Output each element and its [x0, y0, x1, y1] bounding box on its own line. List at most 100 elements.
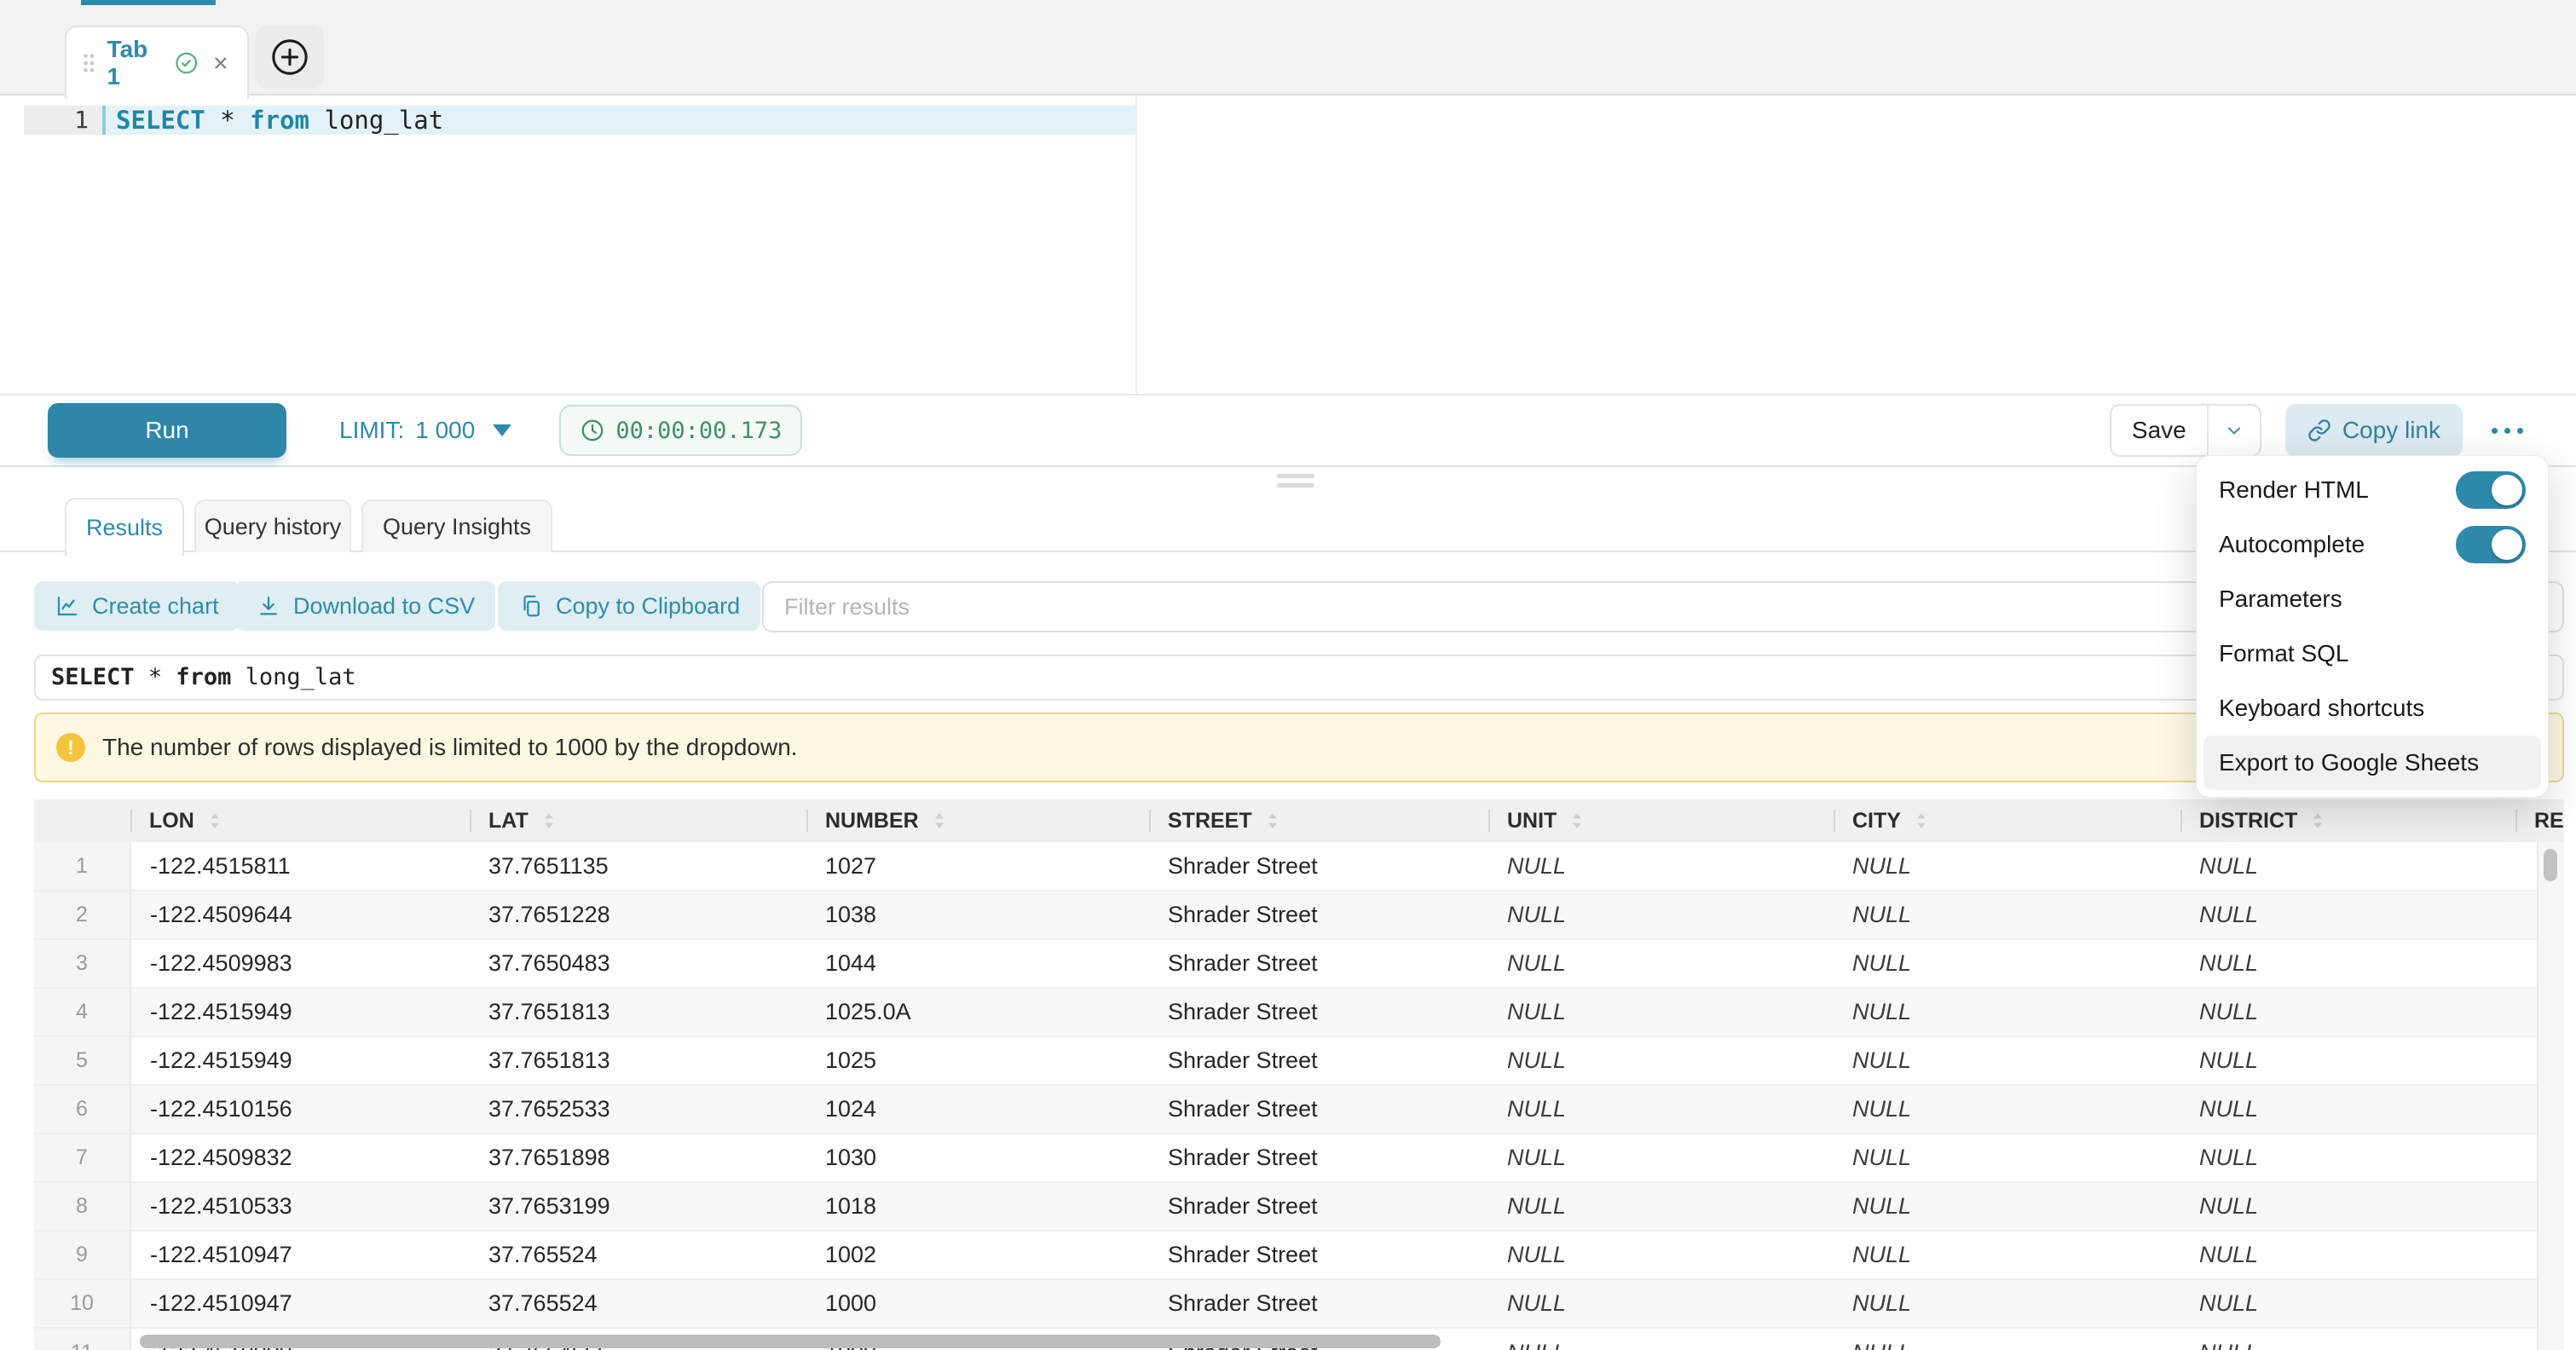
cell-unit[interactable]: NULL: [1488, 988, 1834, 1036]
cell-district[interactable]: NULL: [2180, 939, 2515, 988]
cell-street[interactable]: Shrader Street: [1149, 1182, 1488, 1231]
copy-link-button[interactable]: Copy link: [2285, 404, 2463, 457]
cell-city[interactable]: NULL: [1834, 891, 2180, 939]
download-csv-button[interactable]: Download to CSV: [235, 581, 495, 631]
cell-number[interactable]: 1027: [806, 842, 1149, 891]
cell-lon[interactable]: -122.4510533: [130, 1182, 470, 1231]
cell-number[interactable]: 1030: [806, 1134, 1149, 1182]
limit-dropdown[interactable]: LIMIT: 1 000: [339, 417, 511, 444]
tab-query-history[interactable]: Query history: [194, 499, 351, 552]
cell-district[interactable]: NULL: [2180, 1279, 2515, 1328]
sql-editor[interactable]: 1 SELECT * from long_lat: [0, 95, 2576, 394]
row-number[interactable]: 8: [34, 1182, 130, 1231]
row-number[interactable]: 1: [34, 842, 130, 891]
cell-number[interactable]: 1044: [806, 939, 1149, 988]
cell-lon[interactable]: -122.4509983: [130, 939, 470, 988]
column-header-lon[interactable]: LON: [130, 799, 470, 842]
menu-item-autocomplete[interactable]: Autocomplete: [2197, 517, 2548, 572]
cell-district[interactable]: NULL: [2180, 1085, 2515, 1134]
cell-lat[interactable]: 37.765524: [470, 1231, 806, 1279]
cell-unit[interactable]: NULL: [1488, 1134, 1834, 1182]
new-tab-button[interactable]: [256, 26, 324, 89]
query-tab-1[interactable]: Tab 1: [65, 26, 249, 99]
row-number[interactable]: 3: [34, 939, 130, 988]
cell-lon[interactable]: -122.4510156: [130, 1085, 470, 1134]
column-header-number[interactable]: NUMBER: [806, 799, 1149, 842]
cell-street[interactable]: Shrader Street: [1149, 939, 1488, 988]
pane-resize-handle[interactable]: [1277, 474, 1314, 493]
cell-lon[interactable]: -122.4510947: [130, 1279, 470, 1328]
cell-number[interactable]: 1025: [806, 1036, 1149, 1085]
cell-street[interactable]: Shrader Street: [1149, 1134, 1488, 1182]
copy-to-clipboard-button[interactable]: Copy to Clipboard: [498, 581, 760, 631]
cell-number[interactable]: 1024: [806, 1085, 1149, 1134]
more-options-button[interactable]: [2492, 428, 2523, 434]
cell-city[interactable]: NULL: [1834, 1182, 2180, 1231]
cell-district[interactable]: NULL: [2180, 842, 2515, 891]
cell-district[interactable]: NULL: [2180, 1134, 2515, 1182]
sort-icon[interactable]: [208, 811, 222, 830]
cell-number[interactable]: 1018: [806, 1182, 1149, 1231]
cell-unit[interactable]: NULL: [1488, 1279, 1834, 1328]
cell-lon[interactable]: -122.4509644: [130, 891, 470, 939]
tab-results[interactable]: Results: [65, 498, 184, 556]
close-tab-icon[interactable]: [210, 51, 232, 75]
cell-lat[interactable]: 37.7651898: [470, 1134, 806, 1182]
cell-lat[interactable]: 37.7651228: [470, 891, 806, 939]
sql-code-line[interactable]: SELECT * from long_lat: [116, 106, 443, 135]
cell-district[interactable]: NULL: [2180, 988, 2515, 1036]
cell-district[interactable]: NULL: [2180, 891, 2515, 939]
vertical-scrollbar[interactable]: [2537, 842, 2564, 1350]
column-header-unit[interactable]: UNIT: [1488, 799, 1834, 842]
create-chart-button[interactable]: Create chart: [34, 581, 240, 631]
cell-unit[interactable]: NULL: [1488, 1328, 1834, 1350]
autocomplete-toggle[interactable]: [2456, 526, 2526, 563]
sort-icon[interactable]: [1915, 811, 1928, 830]
cell-street[interactable]: Shrader Street: [1149, 1231, 1488, 1279]
sort-icon[interactable]: [933, 811, 946, 830]
vertical-scrollbar-thumb[interactable]: [2544, 849, 2557, 881]
cell-city[interactable]: NULL: [1834, 842, 2180, 891]
cell-lat[interactable]: 37.7650483: [470, 939, 806, 988]
menu-item-render-html[interactable]: Render HTML: [2197, 463, 2548, 517]
menu-item-export-google-sheets[interactable]: Export to Google Sheets: [2203, 736, 2541, 790]
cell-lon[interactable]: -122.4515811: [130, 842, 470, 891]
cell-lon[interactable]: -122.4509832: [130, 1134, 470, 1182]
save-button[interactable]: Save: [2111, 406, 2207, 455]
horizontal-scrollbar-thumb[interactable]: [140, 1335, 1441, 1348]
cell-street[interactable]: Shrader Street: [1149, 1036, 1488, 1085]
column-header-district[interactable]: DISTRICT: [2180, 799, 2515, 842]
sort-icon[interactable]: [1266, 811, 1279, 830]
cell-number[interactable]: 1002: [806, 1231, 1149, 1279]
run-button[interactable]: Run: [48, 403, 286, 458]
cell-unit[interactable]: NULL: [1488, 1036, 1834, 1085]
cell-unit[interactable]: NULL: [1488, 1231, 1834, 1279]
cell-lat[interactable]: 37.765524: [470, 1279, 806, 1328]
cell-city[interactable]: NULL: [1834, 1134, 2180, 1182]
cell-unit[interactable]: NULL: [1488, 1085, 1834, 1134]
cell-number[interactable]: 1038: [806, 891, 1149, 939]
cell-city[interactable]: NULL: [1834, 1085, 2180, 1134]
row-number[interactable]: 7: [34, 1134, 130, 1182]
row-number[interactable]: 4: [34, 988, 130, 1036]
menu-item-format-sql[interactable]: Format SQL: [2197, 626, 2548, 681]
save-options-button[interactable]: [2209, 406, 2260, 455]
menu-item-parameters[interactable]: Parameters: [2197, 572, 2548, 626]
cell-district[interactable]: NULL: [2180, 1036, 2515, 1085]
cell-unit[interactable]: NULL: [1488, 891, 1834, 939]
column-header-lat[interactable]: LAT: [470, 799, 806, 842]
cell-street[interactable]: Shrader Street: [1149, 1085, 1488, 1134]
row-number[interactable]: 11: [34, 1328, 130, 1350]
cell-lon[interactable]: -122.4515949: [130, 988, 470, 1036]
cell-city[interactable]: NULL: [1834, 1036, 2180, 1085]
cell-district[interactable]: NULL: [2180, 1231, 2515, 1279]
cell-district[interactable]: NULL: [2180, 1182, 2515, 1231]
cell-street[interactable]: Shrader Street: [1149, 842, 1488, 891]
cell-unit[interactable]: NULL: [1488, 1182, 1834, 1231]
cell-lon[interactable]: -122.4510947: [130, 1231, 470, 1279]
tab-query-insights[interactable]: Query Insights: [361, 499, 552, 552]
cell-lat[interactable]: 37.7653199: [470, 1182, 806, 1231]
menu-item-keyboard-shortcuts[interactable]: Keyboard shortcuts: [2197, 681, 2548, 736]
cell-unit[interactable]: NULL: [1488, 842, 1834, 891]
cell-city[interactable]: NULL: [1834, 988, 2180, 1036]
